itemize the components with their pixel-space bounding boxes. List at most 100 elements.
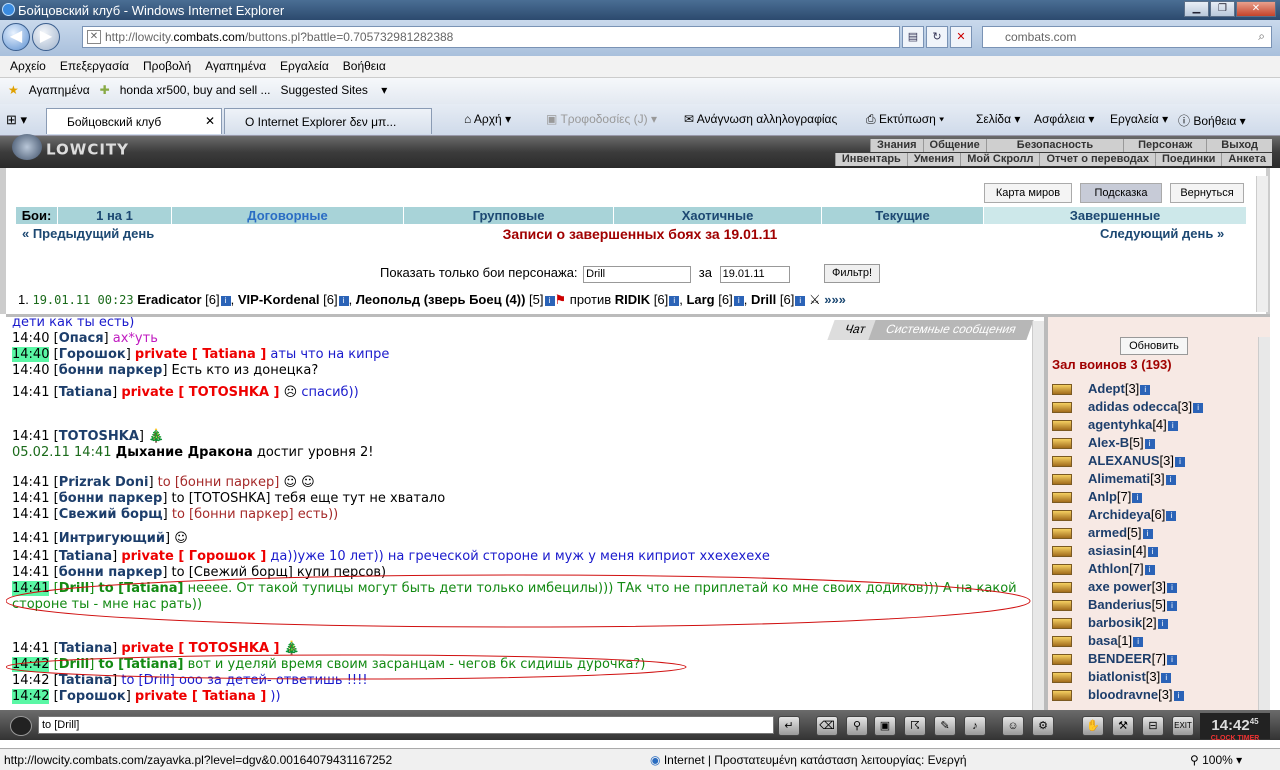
add-favorite-icon[interactable]: ✚ [100, 83, 110, 97]
info-icon[interactable]: i [1140, 384, 1151, 395]
hint-button[interactable]: Подсказка [1080, 183, 1162, 203]
read-mail-button[interactable]: ✉ Ανάγνωση αλληλογραφίας [684, 112, 837, 126]
search-input[interactable]: combats.com ⌕ [982, 26, 1272, 48]
info-icon[interactable]: i [1173, 690, 1184, 701]
players-scrollbar[interactable] [1258, 337, 1270, 710]
info-icon[interactable]: i [1167, 600, 1178, 611]
translit-icon[interactable]: ✎ [934, 716, 956, 736]
tab-group[interactable]: Групповые [404, 207, 614, 224]
player-row[interactable]: Banderius[5] i [1048, 597, 1178, 612]
feeds-button[interactable]: ▣ Τροφοδοσίες (J) ▾ [546, 112, 657, 126]
info-icon[interactable]: i [338, 295, 349, 306]
menu-edit[interactable]: Επεξεργασία [60, 59, 129, 73]
close-button[interactable]: ✕ [1236, 1, 1276, 17]
refresh-icon[interactable]: ↻ [926, 26, 948, 48]
help-menu[interactable]: ⓘ Βοήθεια ▾ [1178, 112, 1246, 129]
tab-contract[interactable]: Договорные [172, 207, 404, 224]
info-icon[interactable]: i [1161, 672, 1172, 683]
menu-inventory[interactable]: Инвентарь [834, 153, 907, 166]
fist-icon[interactable] [10, 716, 32, 736]
info-icon[interactable]: i [733, 295, 744, 306]
security-zone[interactable]: ◉ Internet | Προστατευμένη κατάσταση λει… [650, 753, 967, 767]
send-icon[interactable]: ↵ [778, 716, 800, 736]
return-button[interactable]: Вернуться [1170, 183, 1244, 203]
clan-icon[interactable]: ⚙ [1032, 716, 1054, 736]
suggested-sites-link[interactable]: Suggested Sites ▾ [281, 83, 388, 97]
info-icon[interactable]: i [1167, 654, 1178, 665]
ebay-link[interactable]: honda xr500, buy and sell ... [120, 83, 271, 97]
info-icon[interactable]: i [669, 295, 680, 306]
info-icon[interactable]: i [1147, 546, 1158, 557]
player-row[interactable]: ALEXANUS[3] i [1048, 453, 1185, 468]
top-panel-scrollbar[interactable] [1256, 176, 1268, 312]
player-row[interactable]: basa[1] i [1048, 633, 1144, 648]
forward-button[interactable]: ▶ [32, 23, 60, 51]
refresh-button[interactable]: Обновить [1120, 337, 1188, 355]
favorites-button[interactable]: Αγαπημένα [29, 83, 90, 97]
info-icon[interactable]: i [795, 295, 806, 306]
info-icon[interactable]: i [1144, 564, 1155, 575]
info-icon[interactable]: i [1144, 438, 1155, 449]
lock-icon[interactable]: ⊟ [1142, 716, 1164, 736]
tab-current[interactable]: Текущие [822, 207, 984, 224]
filter-button[interactable]: Фильтр! [824, 264, 880, 283]
quick-tabs-icon[interactable]: ⊞ ▾ [6, 112, 27, 128]
player-row[interactable]: armed[5] i [1048, 525, 1153, 540]
player-row[interactable]: barbosik[2] i [1048, 615, 1168, 630]
info-icon[interactable]: i [220, 295, 231, 306]
close-tab-icon[interactable]: ✕ [205, 114, 215, 128]
minimize-button[interactable]: ▁ [1184, 1, 1209, 17]
tab-finished[interactable]: Завершенные [984, 207, 1246, 224]
info-icon[interactable]: i [1174, 456, 1185, 467]
tab-one-on-one[interactable]: 1 на 1 [58, 207, 172, 224]
battle-log-link[interactable]: »»» [824, 292, 846, 307]
save-icon[interactable]: ▣ [874, 716, 896, 736]
player-row[interactable]: Adept[3] i [1048, 381, 1151, 396]
page-menu[interactable]: Σελίδα ▾ [976, 112, 1020, 126]
zoom-level[interactable]: ⚲ 100% ▾ [1190, 753, 1242, 767]
info-icon[interactable]: i [1193, 402, 1204, 413]
bag-icon[interactable]: ✋ [1082, 716, 1104, 736]
stop-icon[interactable]: ✕ [950, 26, 972, 48]
menu-communication[interactable]: Общение [922, 139, 986, 152]
walk-icon[interactable]: ☈ [904, 716, 926, 736]
menu-file[interactable]: Αρχείο [10, 59, 46, 73]
info-icon[interactable]: i [1166, 510, 1177, 521]
safety-menu[interactable]: Ασφάλεια ▾ [1034, 112, 1094, 126]
player-row[interactable]: asiasin[4] i [1048, 543, 1158, 558]
tab-combats[interactable]: Бойцовский клуб ✕ [46, 108, 222, 134]
next-day-link[interactable]: Следующий день » [1100, 226, 1224, 241]
menu-tools[interactable]: Εργαλεία [280, 59, 329, 73]
home-button[interactable]: ⌂ Αρχή ▾ [464, 112, 511, 126]
player-row[interactable]: Athlon[7] i [1048, 561, 1155, 576]
info-icon[interactable]: i [1142, 528, 1153, 539]
player-row[interactable]: biatlonist[3] i [1048, 669, 1172, 684]
search-icon[interactable]: ⌕ [1258, 29, 1265, 44]
menu-character[interactable]: Персонаж [1123, 139, 1206, 152]
tab-system-messages[interactable]: Системные сообщения [868, 320, 1034, 340]
tab-ie-error[interactable]: Ο Internet Explorer δεν μπ... [224, 108, 432, 134]
menu-skills[interactable]: Умения [906, 153, 960, 166]
back-button[interactable]: ◀ [2, 23, 30, 51]
filter-name-input[interactable] [583, 265, 692, 283]
compat-view-icon[interactable]: ▤ [902, 26, 924, 48]
menu-transfer-report[interactable]: Отчет о переводах [1039, 153, 1155, 166]
menu-knowledge[interactable]: Знания [870, 139, 922, 152]
world-map-button[interactable]: Карта миров [984, 183, 1072, 203]
menu-duels[interactable]: Поединки [1155, 153, 1221, 166]
maximize-button[interactable]: ❐ [1210, 1, 1235, 17]
info-icon[interactable]: i [544, 295, 555, 306]
player-row[interactable]: Alex-B[5] i [1048, 435, 1155, 450]
info-icon[interactable]: i [1167, 582, 1178, 593]
smiley-button-icon[interactable]: ☺ [1002, 716, 1024, 736]
menu-exit[interactable]: Выход [1206, 139, 1272, 152]
info-icon[interactable]: i [1133, 636, 1144, 647]
menu-view[interactable]: Προβολή [143, 59, 191, 73]
player-row[interactable]: bloodravne[3] i [1048, 687, 1184, 702]
player-row[interactable]: BENDEER[7] i [1048, 651, 1178, 666]
player-row[interactable]: Anlp[7] i [1048, 489, 1143, 504]
inventory-icon[interactable]: ⚒ [1112, 716, 1134, 736]
menu-help[interactable]: Βοήθεια [343, 59, 386, 73]
player-row[interactable]: Alimemati[3] i [1048, 471, 1176, 486]
menu-my-scroll[interactable]: Мой Скролл [960, 153, 1039, 166]
